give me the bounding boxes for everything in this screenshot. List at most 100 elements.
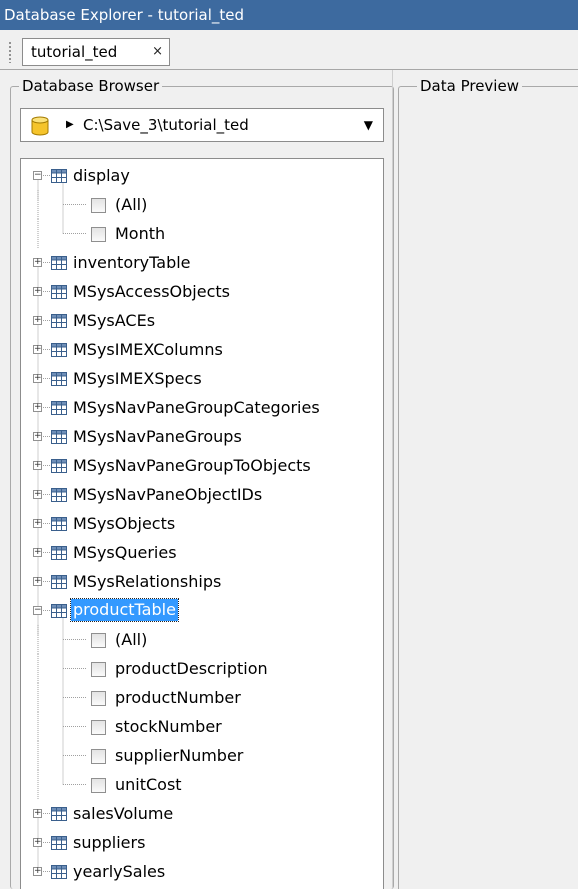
field-label: (All) [115,195,148,214]
field-label: supplierNumber [115,746,244,765]
tree-node-msysaccessobjects[interactable]: + MSysAccessObjects [21,277,383,306]
field-checkbox[interactable] [91,777,106,793]
expand-icon[interactable]: + [33,315,42,325]
tree-node-label: MSysIMEXColumns [73,340,223,359]
tree-node-label: MSysQueries [73,543,177,562]
data-source-selector[interactable]: ▶ C:\Save_3\tutorial_ted ▼ [20,108,384,142]
table-icon [51,255,67,270]
field-checkbox[interactable] [91,748,106,764]
table-icon [51,400,67,415]
field-label: productNumber [115,688,241,707]
expand-icon[interactable]: + [33,808,42,818]
tree-node-label: MSysIMEXSpecs [73,369,202,388]
field-checkbox[interactable] [91,197,106,213]
field-checkbox[interactable] [91,719,106,735]
data-preview-legend: Data Preview [417,77,522,95]
table-icon [51,864,67,879]
field-checkbox[interactable] [91,632,106,648]
expand-icon[interactable]: + [33,431,42,441]
window-title-bar: Database Explorer - tutorial_ted [0,0,578,30]
tree-field-stocknumber[interactable]: stockNumber [21,712,383,741]
tree-node-msysnavpanegroupcategories[interactable]: + MSysNavPaneGroupCategories [21,393,383,422]
expand-icon[interactable]: + [33,257,42,267]
tree-node-label: inventoryTable [73,253,191,272]
database-tree[interactable]: − display (All) Month + inventoryTable + MSysAc… [20,158,384,889]
tree-node-label: suppliers [73,833,146,852]
expand-icon[interactable]: + [33,373,42,383]
field-checkbox[interactable] [91,226,106,242]
collapse-icon[interactable]: − [33,605,42,615]
table-icon [51,371,67,386]
field-checkbox[interactable] [91,690,106,706]
drag-grip-icon[interactable] [8,41,12,63]
data-preview-panel: Data Preview [398,77,578,889]
collapse-icon[interactable]: − [33,170,42,180]
tree-node-msysobjects[interactable]: + MSysObjects [21,509,383,538]
database-browser-legend: Database Browser [19,77,163,95]
tab-tutorial-ted[interactable]: tutorial_ted × [22,38,170,66]
tree-node-msysrelationships[interactable]: + MSysRelationships [21,567,383,596]
table-icon [51,429,67,444]
table-icon [51,168,67,183]
expand-icon[interactable]: + [33,460,42,470]
tree-node-msysimexcolumns[interactable]: + MSysIMEXColumns [21,335,383,364]
tree-node-display[interactable]: − display [21,161,383,190]
table-icon [51,487,67,502]
field-label: Month [115,224,166,243]
table-icon [51,284,67,299]
table-icon [51,313,67,328]
table-icon [51,806,67,821]
tree-field-suppliernumber[interactable]: supplierNumber [21,741,383,770]
expand-icon[interactable]: + [33,286,42,296]
table-icon [51,603,67,618]
tree-node-inventorytable[interactable]: + inventoryTable [21,248,383,277]
tree-node-producttable[interactable]: − productTable [21,596,383,625]
tree-node-label: productTable [70,598,179,622]
expand-icon[interactable]: + [33,518,42,528]
expand-icon[interactable]: + [33,547,42,557]
tree-field-unitcost[interactable]: unitCost [21,770,383,799]
table-icon [51,574,67,589]
table-icon [51,545,67,560]
field-label: unitCost [115,775,182,794]
data-source-path: C:\Save_3\tutorial_ted [83,116,249,134]
expand-icon[interactable]: + [33,344,42,354]
expand-icon[interactable]: + [33,866,42,876]
expand-arrow-icon: ▶ [66,119,74,130]
tree-field-all[interactable]: (All) [21,625,383,654]
table-icon [51,342,67,357]
table-icon [51,458,67,473]
expand-icon[interactable]: + [33,402,42,412]
panel-splitter[interactable] [392,70,393,889]
tree-field-all[interactable]: (All) [21,190,383,219]
tree-node-label: MSysNavPaneGroupCategories [73,398,320,417]
tree-node-label: MSysObjects [73,514,176,533]
table-icon [51,835,67,850]
tree-node-label: salesVolume [73,804,174,823]
tree-node-msysimexspecs[interactable]: + MSysIMEXSpecs [21,364,383,393]
tree-node-label: yearlySales [73,862,166,881]
expand-icon[interactable]: + [33,576,42,586]
expand-icon[interactable]: + [33,489,42,499]
tree-node-yearlysales[interactable]: + yearlySales [21,857,383,886]
field-label: (All) [115,630,148,649]
tree-node-salesvolume[interactable]: + salesVolume [21,799,383,828]
close-icon[interactable]: × [152,39,163,65]
tree-field-productdescription[interactable]: productDescription [21,654,383,683]
window-title: Database Explorer - tutorial_ted [4,6,245,24]
field-checkbox[interactable] [91,661,106,677]
tree-node-msysnavpanegroups[interactable]: + MSysNavPaneGroups [21,422,383,451]
tree-node-msysaces[interactable]: + MSysACEs [21,306,383,335]
tree-node-msysnavpaneobjectids[interactable]: + MSysNavPaneObjectIDs [21,480,383,509]
tree-node-msysqueries[interactable]: + MSysQueries [21,538,383,567]
database-icon [31,116,49,136]
tree-field-productnumber[interactable]: productNumber [21,683,383,712]
tree-node-label: MSysNavPaneGroupToObjects [73,456,311,475]
tree-node-label: MSysACEs [73,311,156,330]
tree-node-suppliers[interactable]: + suppliers [21,828,383,857]
tree-node-msysnavpanegrouptoobjects[interactable]: + MSysNavPaneGroupToObjects [21,451,383,480]
field-label: productDescription [115,659,268,678]
tree-field-month[interactable]: Month [21,219,383,248]
chevron-down-icon[interactable]: ▼ [364,118,373,132]
expand-icon[interactable]: + [33,837,42,847]
